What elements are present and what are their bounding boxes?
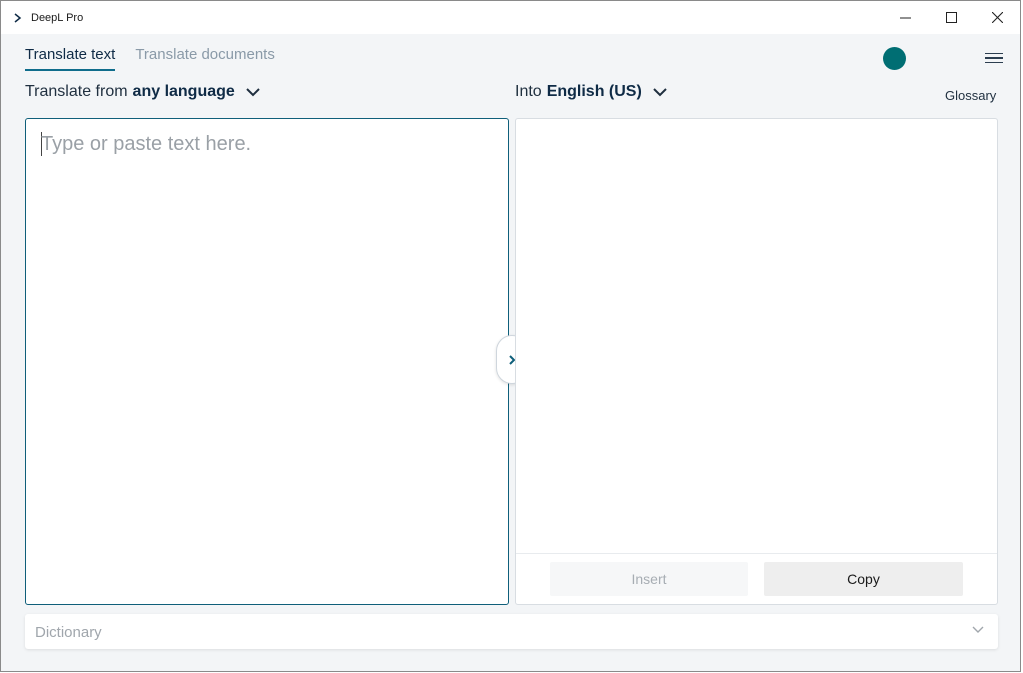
mode-tabs: Translate text Translate documents (25, 46, 275, 71)
target-language-selector[interactable]: Into English (US) (515, 83, 668, 101)
deepl-logo-icon (12, 12, 24, 24)
minimize-button[interactable] (882, 1, 928, 34)
target-language-value: English (US) (546, 83, 642, 100)
source-text-panel[interactable]: Type or paste text here. (25, 118, 509, 605)
tab-translate-documents[interactable]: Translate documents (135, 46, 275, 71)
app-window: DeepL Pro Translate text Translate docum… (0, 0, 1021, 672)
target-text-panel: Insert Copy (515, 118, 998, 605)
window-title: DeepL Pro (31, 11, 84, 24)
source-language-prefix: Translate from (25, 83, 128, 100)
hamburger-menu-icon[interactable] (985, 49, 1007, 67)
chevron-down-icon (972, 626, 984, 633)
target-language-prefix: Into (515, 83, 542, 100)
source-language-value: any language (132, 83, 235, 100)
source-text-input[interactable]: Type or paste text here. (41, 133, 491, 593)
minimize-icon (899, 17, 911, 19)
chevron-down-icon (246, 88, 260, 97)
dictionary-panel[interactable]: Dictionary (25, 614, 998, 649)
maximize-button[interactable] (928, 1, 974, 34)
insert-button[interactable]: Insert (550, 562, 748, 596)
glossary-button[interactable]: Glossary (945, 88, 996, 103)
target-actions: Insert Copy (516, 553, 997, 604)
chevron-down-icon (653, 88, 667, 97)
source-language-selector[interactable]: Translate from any language (25, 83, 261, 101)
window-controls (882, 1, 1020, 34)
dictionary-label: Dictionary (35, 624, 102, 641)
copy-button[interactable]: Copy (764, 562, 963, 596)
title-bar: DeepL Pro (1, 1, 1020, 34)
close-button[interactable] (974, 1, 1020, 34)
close-icon (991, 12, 1003, 23)
tab-translate-text[interactable]: Translate text (25, 46, 116, 71)
account-status-indicator[interactable] (883, 47, 906, 70)
maximize-icon (945, 12, 957, 23)
